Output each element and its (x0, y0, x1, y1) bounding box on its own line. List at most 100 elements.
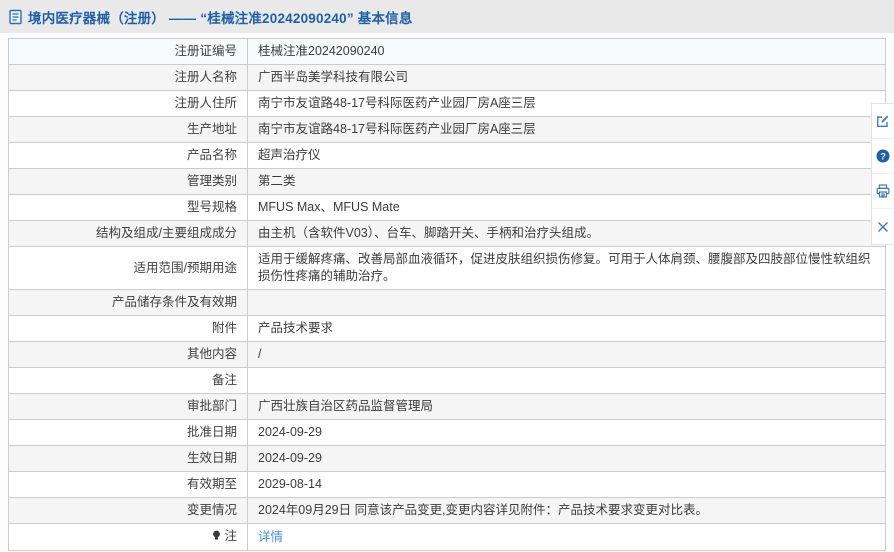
row-value-cell: 2024-09-29 (247, 445, 886, 472)
toolbar-button-print[interactable] (872, 174, 894, 209)
row-label-cell: 结构及组成/主要组成成分 (8, 220, 248, 247)
row-value: / (258, 347, 262, 361)
row-label-cell: 注册人住所 (8, 90, 248, 117)
table-row: 审批部门 广西壮族自治区药品监督管理局 (8, 393, 886, 420)
row-label: 批准日期 (186, 425, 237, 439)
row-value-cell: 第二类 (247, 168, 886, 195)
row-value: 2024-09-29 (258, 425, 322, 439)
row-value: 第二类 (258, 174, 296, 188)
row-label: 其他内容 (186, 347, 237, 361)
print-icon (876, 184, 890, 198)
table-row: 生效日期 2024-09-29 (8, 445, 886, 472)
row-label: 变更情况 (186, 503, 237, 517)
toolbar-button-edit[interactable] (872, 104, 894, 139)
table-row: 其他内容 / (8, 341, 886, 368)
row-value-cell: 详情 (247, 523, 886, 551)
table-row: 产品储存条件及有效期 (8, 289, 886, 316)
row-label: 注 (224, 529, 237, 543)
row-value-cell: 桂械注准20242090240 (247, 38, 886, 65)
row-label-cell: 注册人名称 (8, 64, 248, 91)
row-value-cell: 南宁市友谊路48-17号科际医药产业园厂房A座三层 (247, 116, 886, 143)
toolbar-button-help[interactable]: ? (872, 139, 894, 174)
details-link[interactable]: 详情 (258, 530, 283, 544)
table-row: 适用范围/预期用途 适用于缓解疼痛、改善局部血液循环，促进皮肤组织损伤修复。可用… (8, 246, 886, 290)
row-label-cell: 有效期至 (8, 471, 248, 498)
row-value-cell: 超声治疗仪 (247, 142, 886, 169)
row-label-cell: 备注 (8, 367, 248, 394)
row-value: 广西壮族自治区药品监督管理局 (258, 399, 434, 413)
row-value: 桂械注准20242090240 (258, 44, 385, 58)
row-value-cell: 2024-09-29 (247, 419, 886, 446)
row-value-cell (247, 367, 886, 394)
row-value-cell: MFUS Max、MFUS Mate (247, 194, 886, 221)
row-value: 2024-09-29 (258, 451, 322, 465)
row-label-cell: 注册证编号 (8, 38, 248, 65)
row-label-cell: 生产地址 (8, 116, 248, 143)
row-label-cell: 适用范围/预期用途 (8, 246, 248, 290)
toolbar-button-close[interactable] (872, 209, 894, 244)
document-icon (8, 9, 23, 25)
row-label: 有效期至 (186, 477, 237, 491)
row-label-cell: 批准日期 (8, 419, 248, 446)
row-value-cell: 2024年09月29日 同意该产品变更,变更内容详见附件：产品技术要求变更对比表… (247, 497, 886, 524)
registration-info-table: 注册证编号 桂械注准20242090240 注册人名称 广西半岛美学科技有限公司… (8, 38, 886, 551)
row-value: 广西半岛美学科技有限公司 (258, 70, 409, 84)
row-label: 注册人名称 (174, 70, 237, 84)
page-header: 境内医疗器械（注册） —— “桂械注准20242090240” 基本信息 (0, 0, 894, 33)
help-icon: ? (876, 149, 890, 163)
row-value: MFUS Max、MFUS Mate (258, 200, 400, 214)
row-value: 适用于缓解疼痛、改善局部血液循环，促进皮肤组织损伤修复。可用于人体肩颈、腰腹部及… (258, 252, 871, 283)
svg-text:?: ? (880, 151, 886, 162)
row-label-cell: 产品名称 (8, 142, 248, 169)
row-label: 注册证编号 (174, 44, 237, 58)
table-row: 生产地址 南宁市友谊路48-17号科际医药产业园厂房A座三层 (8, 116, 886, 143)
row-label: 管理类别 (186, 174, 237, 188)
row-label-cell: 注 (8, 523, 248, 551)
row-label: 备注 (211, 373, 237, 387)
row-label: 生产地址 (186, 122, 237, 136)
row-value: 产品技术要求 (258, 321, 334, 335)
row-value: 由主机（含软件V03）、台车、脚踏开关、手柄和治疗头组成。 (258, 226, 599, 240)
row-value: 2029-08-14 (258, 477, 322, 491)
row-label-cell: 管理类别 (8, 168, 248, 195)
row-label: 产品储存条件及有效期 (111, 295, 237, 309)
row-label-cell: 附件 (8, 315, 248, 342)
row-label-cell: 产品储存条件及有效期 (8, 289, 248, 316)
row-label-cell: 其他内容 (8, 341, 248, 368)
table-row: 附件 产品技术要求 (8, 315, 886, 342)
table-row: 注册人名称 广西半岛美学科技有限公司 (8, 64, 886, 91)
table-row: 有效期至 2029-08-14 (8, 471, 886, 498)
table-row: 型号规格 MFUS Max、MFUS Mate (8, 194, 886, 221)
row-label: 型号规格 (186, 200, 237, 214)
table-row: 产品名称 超声治疗仪 (8, 142, 886, 169)
row-value-cell (247, 289, 886, 316)
table-row: 注 详情 (8, 523, 886, 551)
row-value: 超声治疗仪 (258, 148, 321, 162)
bulb-icon (212, 529, 221, 546)
row-label-cell: 生效日期 (8, 445, 248, 472)
table-row: 批准日期 2024-09-29 (8, 419, 886, 446)
row-label: 生效日期 (186, 451, 237, 465)
row-value-cell: 南宁市友谊路48-17号科际医药产业园厂房A座三层 (247, 90, 886, 117)
table-row: 备注 (8, 367, 886, 394)
row-label: 附件 (211, 321, 237, 335)
row-value: 南宁市友谊路48-17号科际医药产业园厂房A座三层 (258, 96, 536, 110)
table-row: 结构及组成/主要组成成分 由主机（含软件V03）、台车、脚踏开关、手柄和治疗头组… (8, 220, 886, 247)
row-label: 注册人住所 (174, 96, 237, 110)
table-row: 管理类别 第二类 (8, 168, 886, 195)
row-value: 2024年09月29日 同意该产品变更,变更内容详见附件：产品技术要求变更对比表… (258, 503, 709, 517)
table-row: 注册人住所 南宁市友谊路48-17号科际医药产业园厂房A座三层 (8, 90, 886, 117)
row-label: 产品名称 (186, 148, 237, 162)
table-row: 变更情况 2024年09月29日 同意该产品变更,变更内容详见附件：产品技术要求… (8, 497, 886, 524)
row-value-cell: 产品技术要求 (247, 315, 886, 342)
close-icon (877, 221, 889, 233)
row-label-cell: 变更情况 (8, 497, 248, 524)
row-value-cell: 广西半岛美学科技有限公司 (247, 64, 886, 91)
row-value-cell: / (247, 341, 886, 368)
row-value-cell: 由主机（含软件V03）、台车、脚踏开关、手柄和治疗头组成。 (247, 220, 886, 247)
row-value-cell: 2029-08-14 (247, 471, 886, 498)
row-value-cell: 广西壮族自治区药品监督管理局 (247, 393, 886, 420)
row-label: 适用范围/预期用途 (133, 260, 237, 275)
table-row: 注册证编号 桂械注准20242090240 (8, 38, 886, 65)
row-label-cell: 审批部门 (8, 393, 248, 420)
